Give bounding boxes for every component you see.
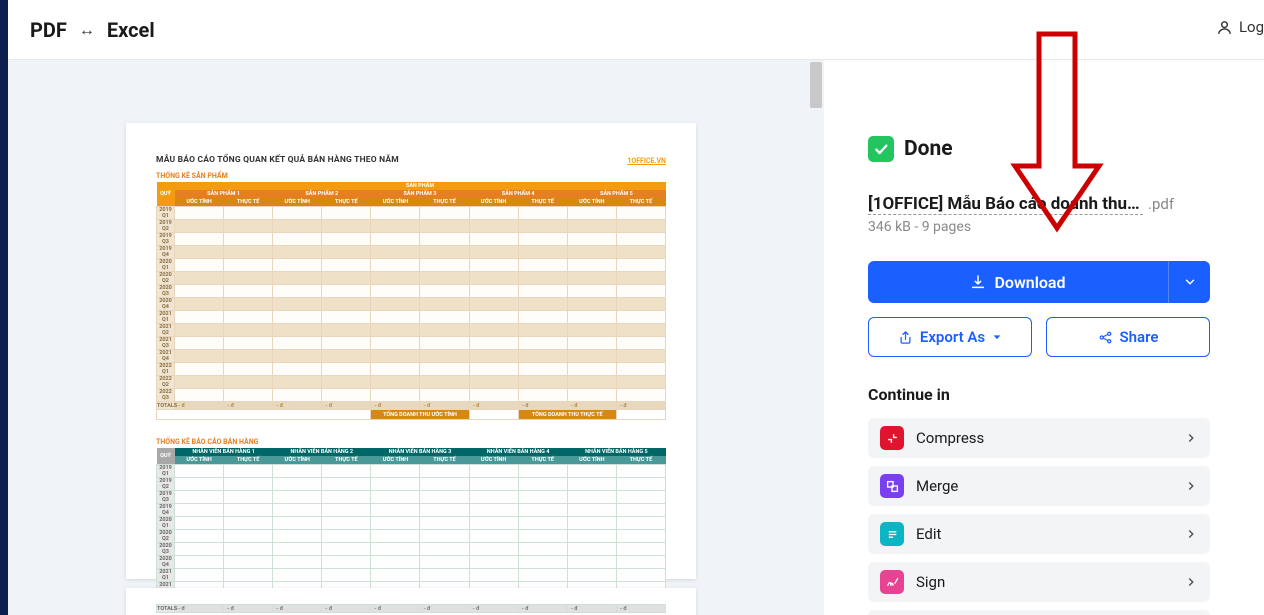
- product-table: QUÝSẢN PHẨM SẢN PHẨM 1SẢN PHẨM 2SẢN PHẨM…: [156, 182, 666, 420]
- left-rail: [0, 0, 8, 615]
- download-button[interactable]: Download: [868, 261, 1168, 303]
- export-icon: [898, 330, 913, 345]
- tool-compress[interactable]: Compress: [868, 418, 1210, 458]
- secondary-actions: Export As Share: [868, 317, 1210, 357]
- scrollbar-thumb[interactable]: [810, 62, 822, 108]
- file-ext: .pdf: [1148, 195, 1174, 213]
- download-label: Download: [994, 273, 1065, 292]
- chevron-right-icon: [1184, 431, 1198, 445]
- preview-scrollbar[interactable]: [808, 60, 824, 615]
- tool-list: Compress Merge Edit Sign Protect: [868, 418, 1210, 615]
- user-icon: [1216, 19, 1233, 36]
- section-label-2: THỐNG KÊ BÁO CÁO BÁN HÀNG: [156, 438, 666, 446]
- main-area: MẪU BÁO CÁO TỔNG QUAN KẾT QUẢ BÁN HÀNG T…: [8, 60, 1264, 615]
- download-row: Download: [868, 261, 1210, 303]
- export-as-button[interactable]: Export As: [868, 317, 1032, 357]
- tool-protect[interactable]: Protect: [868, 610, 1210, 615]
- check-icon: [873, 141, 889, 157]
- export-as-label: Export As: [920, 328, 985, 346]
- compress-icon: [880, 426, 904, 450]
- file-info: 346 kB - 9 pages: [868, 219, 1210, 235]
- doc-title: MẪU BÁO CÁO TỔNG QUAN KẾT QUẢ BÁN HÀNG T…: [156, 155, 666, 165]
- status-row: Done: [868, 136, 1210, 162]
- filename-row: [1OFFICE] Mẫu Báo cáo doanh thu b... .pd…: [868, 194, 1210, 215]
- download-icon: [970, 274, 986, 290]
- caret-down-icon: [992, 332, 1002, 342]
- section-label-1: THỐNG KÊ SẢN PHẨM: [156, 172, 666, 180]
- chevron-right-icon: [1184, 479, 1198, 493]
- share-icon: [1098, 330, 1113, 345]
- header: PDF ↔ Excel Log: [8, 0, 1264, 60]
- title-right: Excel: [107, 18, 155, 42]
- document-page-1: MẪU BÁO CÁO TỔNG QUAN KẾT QUẢ BÁN HÀNG T…: [126, 123, 696, 579]
- tool-label: Compress: [916, 429, 1184, 447]
- side-panel: Done [1OFFICE] Mẫu Báo cáo doanh thu b..…: [824, 60, 1264, 615]
- tool-merge[interactable]: Merge: [868, 466, 1210, 506]
- continue-in-label: Continue in: [868, 385, 1210, 404]
- employee-table-cont: TOTALS- đ- đ- đ- đ- đ- đ- đ- đ- đ- đ: [156, 604, 666, 613]
- tool-edit[interactable]: Edit: [868, 514, 1210, 554]
- preview-area: MẪU BÁO CÁO TỔNG QUAN KẾT QUẢ BÁN HÀNG T…: [8, 60, 824, 615]
- swap-icon: ↔: [79, 20, 95, 40]
- chevron-down-icon: [1183, 275, 1197, 289]
- sign-icon: [880, 570, 904, 594]
- merge-icon: [880, 474, 904, 498]
- document-page-2: TOTALS- đ- đ- đ- đ- đ- đ- đ- đ- đ- đ: [126, 588, 696, 615]
- tool-sign[interactable]: Sign: [868, 562, 1210, 602]
- page-title: PDF ↔ Excel: [30, 18, 155, 42]
- download-options-button[interactable]: [1168, 261, 1210, 303]
- done-label: Done: [904, 137, 953, 161]
- share-button[interactable]: Share: [1046, 317, 1210, 357]
- chevron-right-icon: [1184, 527, 1198, 541]
- title-left: PDF: [30, 18, 67, 42]
- tool-label: Edit: [916, 525, 1184, 543]
- brand-badge: 1OFFICE.VN: [627, 157, 666, 165]
- tool-label: Sign: [916, 573, 1184, 591]
- share-label: Share: [1120, 328, 1159, 346]
- login-label: Log: [1239, 18, 1264, 36]
- tool-label: Merge: [916, 477, 1184, 495]
- chevron-right-icon: [1184, 575, 1198, 589]
- edit-icon: [880, 522, 904, 546]
- done-badge: [868, 136, 894, 162]
- filename[interactable]: [1OFFICE] Mẫu Báo cáo doanh thu b...: [868, 194, 1143, 215]
- login-link[interactable]: Log: [1216, 18, 1264, 36]
